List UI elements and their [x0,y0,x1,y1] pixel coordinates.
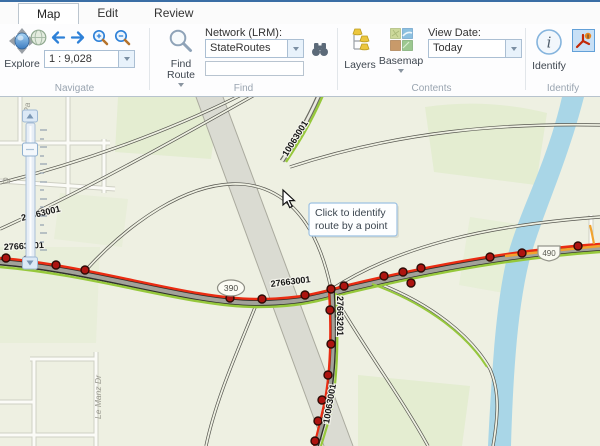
map-canvas[interactable]: 390 490 27663001 27663101 27663001 27663… [0,97,600,446]
find-route-magnifier-icon [168,28,194,54]
identify-route-by-point-button[interactable]: i [572,29,595,52]
route-shield-390: 390 [218,280,245,296]
tab-map[interactable]: Map [18,3,79,25]
search-routes-button[interactable] [310,39,329,58]
svg-text:490: 490 [542,249,556,258]
network-dropdown-icon [287,40,303,57]
layers-label: Layers [340,60,380,71]
group-label-identify: Identify [526,83,600,94]
zoom-slider-thumb[interactable] [23,143,38,156]
identify-button[interactable]: i Identify [530,28,568,72]
street-label-le-manz-dr: Le Manz Dr [93,374,103,419]
basemap-dropdown-caret [398,69,404,73]
view-date-label: View Date: [428,27,481,39]
full-extent-globe-icon [30,29,47,46]
group-label-contents: Contents [338,83,525,94]
group-navigate: Explore [0,24,149,96]
binoculars-icon [311,41,329,57]
basemap-tiles-icon [390,28,413,51]
zoom-slider-down-button[interactable] [23,257,38,269]
identify-info-icon: i [535,28,563,56]
forward-extent-button[interactable] [69,28,88,47]
back-extent-button[interactable] [48,28,67,47]
group-identify: i Identify i Identify [526,24,600,96]
route-number-input[interactable] [205,61,304,76]
full-extent-button[interactable] [29,28,48,47]
identify-route-by-point-icon: i [575,32,592,49]
svg-text:i: i [587,33,589,40]
view-date-dropdown-icon [505,40,521,57]
view-date-value: Today [429,40,505,57]
explore-label: Explore [2,59,42,70]
route-shield-490: 490 [538,246,560,261]
scale-combobox[interactable]: 1 : 9,028 [44,50,135,68]
map-tooltip: Click to identify route by a point [309,203,399,238]
tab-edit[interactable]: Edit [79,3,136,24]
find-route-label-2: Route [167,69,195,81]
ribbon: Explore [0,24,600,97]
route-label-south: 27663201 [335,296,345,336]
basemap-label: Basemap [378,56,424,67]
layers-button[interactable]: Layers [340,28,380,71]
zoom-out-button[interactable] [113,28,132,47]
group-label-find: Find [150,83,337,94]
map-viewport: 390 490 27663001 27663101 27663001 27663… [0,97,600,446]
svg-text:390: 390 [224,283,238,293]
view-date-combobox[interactable]: Today [428,39,522,58]
tooltip-line-2: route by a point [315,220,387,232]
layers-tree-icon [348,28,372,55]
application-window: Map Edit Review Explore [0,0,600,446]
group-label-navigate: Navigate [0,83,149,94]
tab-review[interactable]: Review [136,3,211,24]
network-value: StateRoutes [206,40,287,57]
zoom-in-button[interactable] [91,28,110,47]
back-arrow-icon [49,29,66,46]
scale-dropdown-icon [118,51,134,67]
zoom-slider-up-button[interactable] [23,110,38,122]
ribbon-tab-bar: Map Edit Review [0,2,600,25]
svg-text:i: i [547,34,552,52]
basemap-button[interactable]: Basemap [378,28,424,73]
network-lrm-label: Network (LRM): [205,27,282,39]
scale-value: 1 : 9,028 [45,51,118,67]
zoom-in-icon [92,29,109,46]
tab-spacer [0,2,18,24]
tooltip-line-1: Click to identify [315,207,386,219]
identify-label: Identify [530,61,568,72]
find-route-button[interactable]: Find Route [158,28,204,87]
network-combobox[interactable]: StateRoutes [205,39,304,58]
route-label-west: 27663101 [4,240,45,252]
group-contents: Layers Basemap View Date: Today [338,24,525,96]
forward-arrow-icon [70,29,87,46]
group-find: Find Route Network (LRM): StateRoutes [150,24,337,96]
zoom-out-icon [114,29,131,46]
